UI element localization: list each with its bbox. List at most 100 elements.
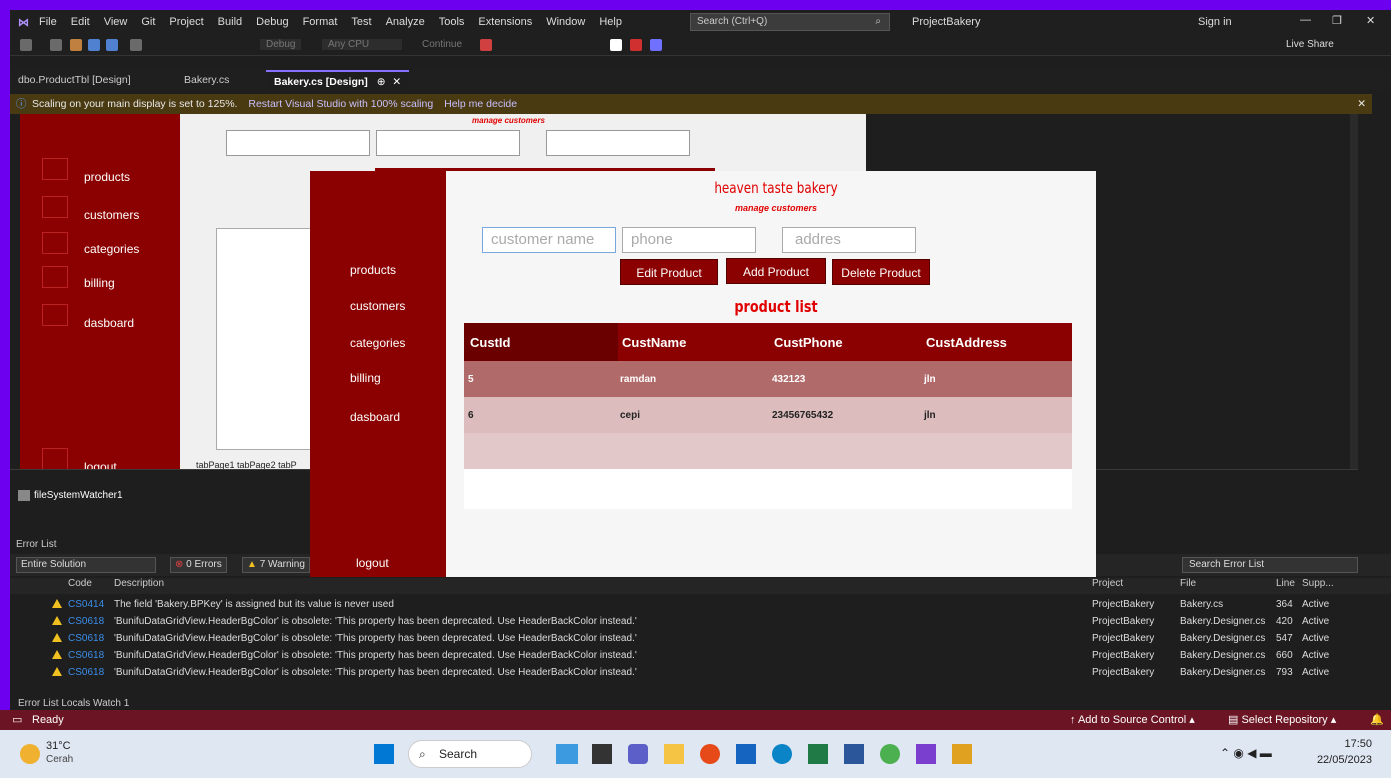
widgets-icon[interactable] bbox=[556, 744, 578, 764]
designer-textbox[interactable] bbox=[376, 130, 520, 156]
save-all-icon[interactable] bbox=[106, 39, 118, 51]
logout-button[interactable]: logout bbox=[356, 556, 389, 570]
error-code[interactable]: CS0618 bbox=[68, 650, 104, 661]
component-filesystemwatcher[interactable]: fileSystemWatcher1 bbox=[34, 490, 123, 501]
grid-row[interactable]: 5 ramdan 432123 jln bbox=[464, 361, 1072, 397]
designer-nav-categories[interactable]: categories bbox=[84, 242, 139, 256]
cell-custphone[interactable]: 23456765432 bbox=[772, 397, 833, 433]
grid-header-custaddress[interactable]: CustAddress bbox=[922, 323, 1072, 361]
cell-custid[interactable]: 5 bbox=[464, 361, 474, 397]
phone-input[interactable]: phone bbox=[622, 227, 756, 253]
error-code[interactable]: CS0414 bbox=[68, 599, 104, 610]
scope-dropdown[interactable]: Entire Solution bbox=[16, 557, 156, 573]
error-row[interactable]: CS0618 'BunifuDataGridView.HeaderBgColor'… bbox=[10, 667, 1358, 684]
customer-grid[interactable]: CustId CustName CustPhone CustAddress 5 … bbox=[464, 323, 1072, 509]
menu-project[interactable]: Project bbox=[169, 16, 203, 28]
col-file[interactable]: File bbox=[1180, 578, 1196, 589]
search-error-list[interactable]: Search Error List bbox=[1182, 557, 1358, 573]
menu-help[interactable]: Help bbox=[599, 16, 622, 28]
system-tray-icons[interactable]: ⌃ ◉ ◀ ▬ bbox=[1220, 746, 1272, 760]
error-row[interactable]: CS0618 'BunifuDataGridView.HeaderBgColor'… bbox=[10, 650, 1358, 667]
taskbar-search[interactable]: ⌕ Search bbox=[408, 740, 532, 768]
cell-custaddress[interactable]: jln bbox=[924, 361, 936, 397]
tab-bakery-design[interactable]: Bakery.cs [Design] ⊕ ✕ bbox=[266, 70, 410, 90]
error-row[interactable]: CS0414 The field 'Bakery.BPKey' is assign… bbox=[10, 599, 1358, 616]
tab-close-icon[interactable]: ✕ bbox=[392, 76, 401, 88]
visual-studio-icon[interactable] bbox=[916, 744, 936, 764]
pin-icon[interactable]: ⊕ bbox=[377, 76, 386, 88]
minimize-icon[interactable]: — bbox=[1300, 14, 1311, 26]
cell-custid[interactable]: 6 bbox=[464, 397, 474, 433]
grid-header-custname[interactable]: CustName bbox=[618, 323, 770, 361]
clock-date[interactable]: 22/05/2023 bbox=[1302, 754, 1372, 766]
chrome-icon[interactable] bbox=[880, 744, 900, 764]
grid-header-custid[interactable]: CustId bbox=[464, 323, 618, 361]
word-icon[interactable] bbox=[844, 744, 864, 764]
menu-build[interactable]: Build bbox=[218, 16, 242, 28]
menu-view[interactable]: View bbox=[104, 16, 128, 28]
restore-icon[interactable]: ❐ bbox=[1332, 14, 1342, 27]
menu-test[interactable]: Test bbox=[351, 16, 371, 28]
store-icon[interactable] bbox=[736, 744, 756, 764]
nav-billing[interactable]: billing bbox=[350, 371, 381, 385]
col-description[interactable]: Description bbox=[114, 578, 164, 589]
designer-textbox[interactable] bbox=[546, 130, 690, 156]
cell-custphone[interactable]: 432123 bbox=[772, 361, 805, 397]
file-explorer-icon[interactable] bbox=[664, 744, 684, 764]
menu-debug[interactable]: Debug bbox=[256, 16, 288, 28]
delete-product-button[interactable]: Delete Product bbox=[832, 259, 930, 285]
grid-row[interactable]: 6 cepi 23456765432 jln bbox=[464, 397, 1072, 433]
back-icon[interactable] bbox=[20, 39, 32, 51]
designer-nav-billing[interactable]: billing bbox=[84, 276, 115, 290]
open-icon[interactable] bbox=[70, 39, 82, 51]
menu-git[interactable]: Git bbox=[141, 16, 155, 28]
menu-file[interactable]: File bbox=[39, 16, 57, 28]
app-icon[interactable] bbox=[700, 744, 720, 764]
app-window-icon[interactable] bbox=[952, 744, 972, 764]
error-code[interactable]: CS0618 bbox=[68, 633, 104, 644]
nav-customers[interactable]: customers bbox=[350, 299, 405, 313]
add-product-button[interactable]: Add Product bbox=[726, 258, 826, 284]
address-input[interactable]: addres bbox=[782, 227, 916, 253]
help-link[interactable]: Help me decide bbox=[444, 98, 517, 110]
error-code[interactable]: CS0618 bbox=[68, 667, 104, 678]
designer-nav-customers[interactable]: customers bbox=[84, 208, 139, 222]
designer-nav-dasboard[interactable]: dasboard bbox=[84, 316, 134, 330]
restart-icon[interactable] bbox=[650, 39, 662, 51]
new-project-icon[interactable] bbox=[50, 39, 62, 51]
col-suppression[interactable]: Supp... bbox=[1302, 578, 1334, 589]
save-icon[interactable] bbox=[88, 39, 100, 51]
nav-products[interactable]: products bbox=[350, 263, 396, 277]
info-close-icon[interactable]: ✕ bbox=[1357, 94, 1366, 114]
col-line[interactable]: Line bbox=[1276, 578, 1295, 589]
errors-filter-button[interactable]: ⊗ 0 Errors bbox=[170, 557, 227, 573]
add-to-source-control[interactable]: ↑ Add to Source Control ▴ bbox=[1070, 710, 1195, 730]
excel-icon[interactable] bbox=[808, 744, 828, 764]
menu-tools[interactable]: Tools bbox=[439, 16, 465, 28]
cell-custaddress[interactable]: jln bbox=[924, 397, 936, 433]
designer-grid[interactable] bbox=[216, 228, 316, 450]
designer-scrollbar[interactable] bbox=[1350, 114, 1358, 469]
close-icon[interactable]: ✕ bbox=[1366, 14, 1375, 27]
cell-custname[interactable]: ramdan bbox=[620, 361, 656, 397]
grid-header-custphone[interactable]: CustPhone bbox=[770, 323, 922, 361]
menu-edit[interactable]: Edit bbox=[71, 16, 90, 28]
edit-product-button[interactable]: Edit Product bbox=[620, 259, 718, 285]
clock-time[interactable]: 17:50 bbox=[1322, 738, 1372, 750]
search-box[interactable]: Search (Ctrl+Q) ⌕ bbox=[690, 13, 890, 31]
nav-dasboard[interactable]: dasboard bbox=[350, 410, 400, 424]
warnings-filter-button[interactable]: ▲ 7 Warning bbox=[242, 557, 310, 573]
vs-logo-icon[interactable]: ⋈ bbox=[18, 16, 29, 29]
continue-button[interactable]: Continue bbox=[422, 39, 462, 50]
sign-in-button[interactable]: Sign in bbox=[1198, 16, 1232, 28]
platform-dropdown[interactable]: Any CPU bbox=[322, 39, 402, 50]
designer-textbox[interactable] bbox=[226, 130, 370, 156]
bottom-tab-labels[interactable]: Error List Locals Watch 1 bbox=[18, 698, 129, 709]
restart-link[interactable]: Restart Visual Studio with 100% scaling bbox=[248, 98, 433, 110]
menu-extensions[interactable]: Extensions bbox=[478, 16, 532, 28]
tab-producttbl-design[interactable]: dbo.ProductTbl [Design] bbox=[10, 70, 139, 90]
edge-icon[interactable] bbox=[772, 744, 792, 764]
cell-custname[interactable]: cepi bbox=[620, 397, 640, 433]
grid-new-row[interactable] bbox=[464, 433, 1072, 469]
pause-icon[interactable] bbox=[610, 39, 622, 51]
